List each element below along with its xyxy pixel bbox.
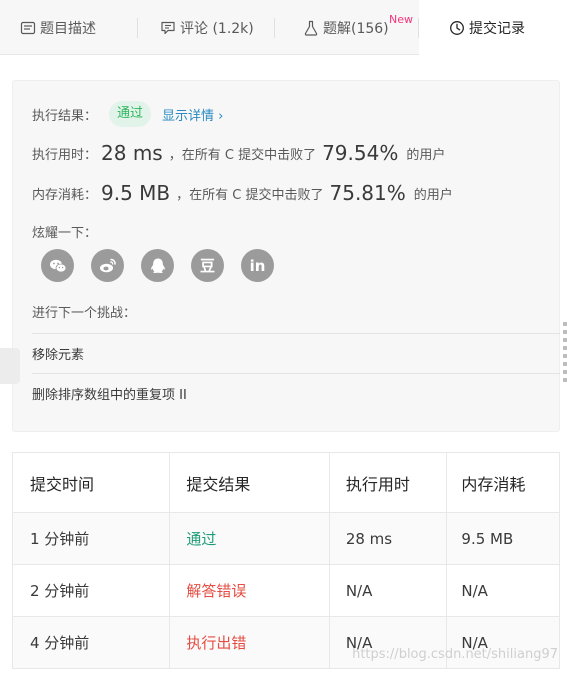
linkedin-icon[interactable]: in <box>241 249 274 282</box>
douban-glyph: 豆 <box>199 257 215 275</box>
memory-row: 内存消耗： 9.5 MB ，在所有 C 提交中击败了 75.81% 的用户 <box>32 181 453 205</box>
submit-result-link[interactable]: 执行出错 <box>170 617 330 668</box>
memory-label: 内存消耗： <box>32 187 98 203</box>
runtime-label: 执行用时： <box>32 147 98 163</box>
column-header: 执行用时 <box>330 453 448 512</box>
submit-result-link[interactable]: 解答错误 <box>170 565 330 616</box>
column-header: 内存消耗 <box>461 474 526 494</box>
result-text[interactable]: 解答错误 <box>186 580 246 601</box>
memory-cell: N/A <box>461 581 488 600</box>
result-label: 执行结果： <box>32 108 98 124</box>
wechat-icon[interactable] <box>41 249 74 282</box>
tab-bar: 题目描述 评论 (1.2k) 题解(156) New 提交记录 <box>0 0 560 56</box>
new-badge: New <box>389 13 413 26</box>
show-details-link[interactable]: 显示详情 › <box>162 105 223 124</box>
share-label: 炫耀一下： <box>32 226 98 241</box>
tab-comments[interactable]: 评论 (1.2k) <box>138 0 275 55</box>
result-row: 执行结果： 通过 显示详情 › <box>32 101 223 127</box>
next-challenge-item-label: 删除排序数组中的重复项 II <box>32 388 187 403</box>
memory-value: 9.5 MB <box>101 181 171 205</box>
left-panel-handle[interactable] <box>0 348 20 384</box>
runtime-cell: 28 ms <box>330 513 448 564</box>
result-text[interactable]: 通过 <box>186 528 216 549</box>
watermark: https://blog.csdn.net/shiliang97 <box>352 647 558 662</box>
runtime-percent: 79.54% <box>322 141 399 165</box>
runtime-row: 执行用时： 28 ms ，在所有 C 提交中击败了 79.54% 的用户 <box>32 141 445 165</box>
result-card: 执行结果： 通过 显示详情 › 执行用时： 28 ms ，在所有 C 提交中击败… <box>12 80 560 432</box>
resize-handle[interactable] <box>563 322 567 382</box>
submit-time: 4 分钟前 <box>13 617 171 668</box>
next-challenge-item-label: 移除元素 <box>32 348 85 363</box>
tab-description[interactable]: 题目描述 <box>0 0 138 55</box>
memory-beat-text: ，在所有 C 提交中击败了 <box>176 187 324 203</box>
tab-submissions-label: 提交记录 <box>469 21 525 37</box>
runtime-beat-text: ，在所有 C 提交中击败了 <box>168 147 317 163</box>
tab-comments-label: 评论 (1.2k) <box>180 20 254 37</box>
next-label-row: 进行下一个挑战： <box>32 302 136 321</box>
tab-solutions[interactable]: 题解(156) New <box>275 0 419 55</box>
submit-result-link[interactable]: 通过 <box>170 513 330 564</box>
next-challenge-item[interactable]: 删除排序数组中的重复项 II <box>32 373 560 413</box>
memory-tail: 的用户 <box>413 187 453 203</box>
runtime-tail: 的用户 <box>406 147 446 163</box>
memory-percent: 75.81% <box>329 181 406 205</box>
column-header: 提交结果 <box>170 453 330 512</box>
weibo-icon[interactable] <box>91 249 124 282</box>
table-row[interactable]: 1 分钟前 通过 28 ms 9.5 MB <box>13 513 559 565</box>
table-row[interactable]: 2 分钟前 解答错误 N/A N/A <box>13 565 559 617</box>
table-header-row: 提交时间 提交结果 执行用时 内存消耗 <box>13 453 559 513</box>
runtime-value: 28 ms <box>101 141 163 165</box>
column-header: 提交时间 <box>13 453 171 512</box>
next-challenge-label: 进行下一个挑战： <box>32 306 137 321</box>
tab-submissions[interactable]: 提交记录 <box>419 0 560 56</box>
memory-cell: 9.5 MB <box>461 529 514 548</box>
submit-time: 2 分钟前 <box>13 565 171 616</box>
result-text[interactable]: 执行出错 <box>186 632 246 653</box>
comment-icon <box>160 20 176 36</box>
tab-solutions-label: 题解(156) <box>323 20 389 37</box>
submit-time: 1 分钟前 <box>13 513 171 564</box>
share-label-row: 炫耀一下： <box>32 222 97 241</box>
submissions-table: 提交时间 提交结果 执行用时 内存消耗 1 分钟前 通过 28 ms 9.5 M… <box>12 452 560 669</box>
douban-icon[interactable]: 豆 <box>191 249 224 282</box>
tab-description-label: 题目描述 <box>40 20 96 37</box>
linkedin-glyph: in <box>249 256 266 275</box>
description-icon <box>20 20 36 36</box>
next-challenge-item[interactable]: 移除元素 <box>32 333 560 373</box>
qq-icon[interactable] <box>141 249 174 282</box>
share-icons: 豆 in <box>41 249 291 282</box>
clock-icon <box>449 20 465 36</box>
runtime-cell: N/A <box>330 565 448 616</box>
status-badge: 通过 <box>109 101 152 127</box>
flask-icon <box>303 20 319 36</box>
